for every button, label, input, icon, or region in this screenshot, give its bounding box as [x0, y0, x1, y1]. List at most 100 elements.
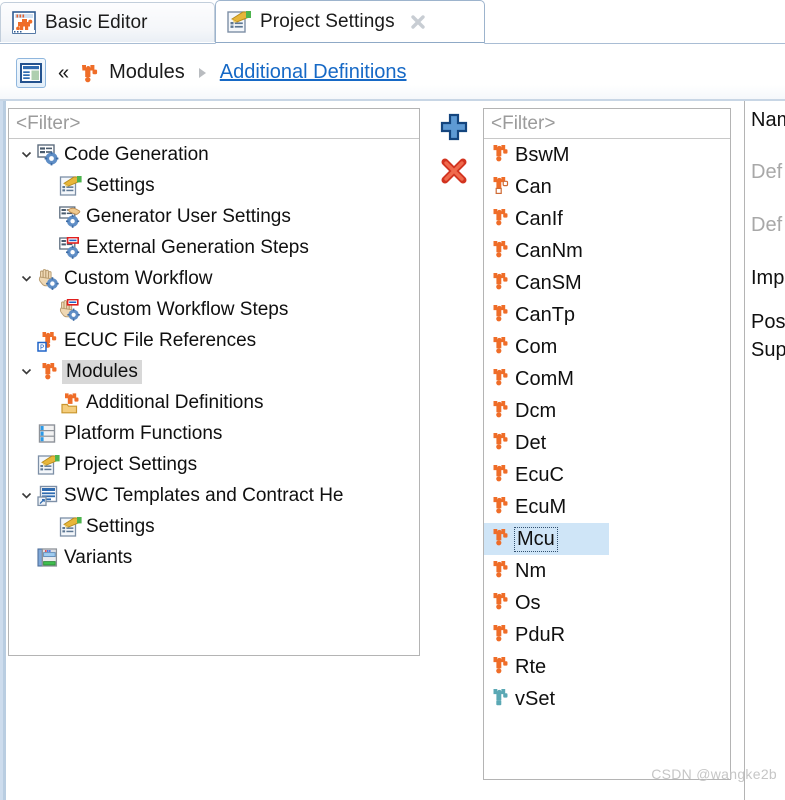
module-list-item-label: Det [515, 431, 547, 454]
module-puzzle-outline-icon [488, 175, 514, 199]
breadcrumb-label: Modules [109, 61, 185, 83]
module-filter-input[interactable]: <Filter> [484, 109, 730, 139]
tree-filter-input[interactable]: <Filter> [9, 109, 419, 139]
module-puzzle-icon [488, 495, 514, 519]
panel-layout-icon[interactable] [16, 57, 46, 88]
tree-item[interactable]: Settings [9, 511, 419, 542]
external-generation-steps-icon [59, 236, 83, 259]
module-puzzle-teal-icon [488, 687, 514, 711]
tree-item[interactable]: Variants [9, 542, 419, 573]
module-list-item-label: EcuM [515, 495, 567, 518]
project-settings-icon [226, 10, 252, 34]
tree-item[interactable]: Project Settings [9, 449, 419, 480]
tab-label: Basic Editor [45, 11, 148, 33]
module-list-item[interactable]: Com [484, 331, 730, 363]
tree-item-label: External Generation Steps [86, 236, 309, 258]
tab-basic-editor[interactable]: Basic Editor [0, 2, 215, 42]
detail-field-label: Pos [751, 311, 785, 333]
remove-button[interactable] [437, 154, 471, 188]
tree-item[interactable]: Code Generation [9, 139, 419, 170]
module-puzzle-icon [488, 591, 514, 615]
tree-item[interactable]: Generator User Settings [9, 201, 419, 232]
breadcrumb-separator-icon [198, 67, 206, 78]
tab-label: Project Settings [260, 11, 395, 32]
module-puzzle-icon [488, 207, 514, 231]
module-list-item-label: EcuC [515, 463, 564, 486]
tree-item[interactable]: External Generation Steps [9, 232, 419, 263]
module-list-item[interactable]: Rte [484, 651, 730, 683]
detail-panel: Nam Def Def Imp Pos Sup [744, 101, 785, 800]
module-list-item[interactable]: EcuC [484, 459, 730, 491]
tree-item-label: SWC Templates and Contract He [64, 484, 344, 506]
tree-item[interactable]: Custom Workflow Steps [9, 294, 419, 325]
module-list-item[interactable]: ComM [484, 363, 730, 395]
tree-item-label: Settings [86, 515, 155, 537]
basic-editor-icon [11, 10, 37, 35]
module-list-item[interactable]: CanTp [484, 299, 730, 331]
tree-item[interactable]: Custom Workflow [9, 263, 419, 294]
module-list-item[interactable]: Dcm [484, 395, 730, 427]
generator-user-settings-icon [59, 205, 83, 228]
chevron-down-icon[interactable] [15, 489, 37, 502]
module-list-item-label: CanSM [515, 271, 582, 294]
module-list-item-label: CanIf [515, 207, 563, 230]
chevron-down-icon[interactable] [15, 148, 37, 161]
tree-item[interactable]: Modules [9, 356, 419, 387]
left-gutter-inner [0, 101, 3, 800]
tree-item[interactable]: Settings [9, 170, 419, 201]
breadcrumb: « Modules Additional Definitions [0, 44, 785, 101]
tree-item-label: Code Generation [64, 143, 209, 165]
tree-item[interactable]: P ECUC File References [9, 325, 419, 356]
module-list-item[interactable]: Nm [484, 555, 730, 587]
module-puzzle-icon [488, 655, 514, 679]
tree-item[interactable]: Platform Functions [9, 418, 419, 449]
settings-icon [59, 175, 83, 197]
module-list-item-label: vSet [515, 687, 556, 710]
tree-item-label: Modules [62, 359, 142, 384]
module-list-item[interactable]: CanNm [484, 235, 730, 267]
module-puzzle-icon [488, 431, 514, 455]
module-list-item-label: Rte [515, 655, 547, 678]
breadcrumb-item-additional-definitions[interactable]: Additional Definitions [220, 61, 407, 84]
variants-icon [37, 547, 61, 569]
custom-workflow-steps-icon [59, 298, 83, 321]
module-list-item-label: Can [515, 175, 552, 198]
module-list-item-label: Dcm [515, 399, 557, 422]
module-list-item[interactable]: CanIf [484, 203, 730, 235]
module-list-item[interactable]: BswM [484, 139, 730, 171]
module-list: BswM Can CanIf CanNm CanSM CanTp Com Com… [484, 139, 730, 779]
module-list-item[interactable]: Mcu [484, 523, 609, 555]
double-chevron-left-icon[interactable]: « [58, 63, 69, 83]
module-list-item[interactable]: Can [484, 171, 730, 203]
tree-item[interactable]: Additional Definitions [9, 387, 419, 418]
chevron-down-icon[interactable] [15, 365, 37, 378]
module-list-item[interactable]: PduR [484, 619, 730, 651]
module-puzzle-icon [488, 303, 514, 327]
module-list-item[interactable]: CanSM [484, 267, 730, 299]
module-list-item-label: CanNm [515, 239, 583, 262]
tree-item-label: Custom Workflow [64, 267, 213, 289]
module-list-item[interactable]: vSet [484, 683, 730, 715]
module-list-item[interactable]: Det [484, 427, 730, 459]
detail-field-placeholder: Def [751, 161, 783, 183]
module-puzzle-icon [76, 61, 102, 85]
breadcrumb-item-modules[interactable]: Modules [76, 61, 185, 85]
module-puzzle-icon [488, 239, 514, 263]
tree-item[interactable]: SWC Templates and Contract He [9, 480, 419, 511]
module-list-item[interactable]: Os [484, 587, 730, 619]
module-list-item-label: CanTp [515, 303, 576, 326]
module-list-item-label: PduR [515, 623, 566, 646]
close-icon[interactable] [409, 13, 427, 31]
module-list-item-label: ComM [515, 367, 574, 390]
module-list-item[interactable]: EcuM [484, 491, 730, 523]
module-list-panel: <Filter> BswM Can CanIf CanNm CanSM CanT… [483, 108, 731, 780]
custom-workflow-icon [37, 268, 61, 290]
module-puzzle-icon [488, 335, 514, 359]
settings-icon [37, 454, 61, 476]
tab-project-settings[interactable]: Project Settings [215, 0, 485, 44]
detail-field-label: Imp [751, 267, 785, 289]
list-action-buttons [437, 110, 477, 190]
chevron-down-icon[interactable] [15, 272, 37, 285]
module-list-item-label: Os [515, 591, 541, 614]
add-button[interactable] [437, 110, 471, 144]
